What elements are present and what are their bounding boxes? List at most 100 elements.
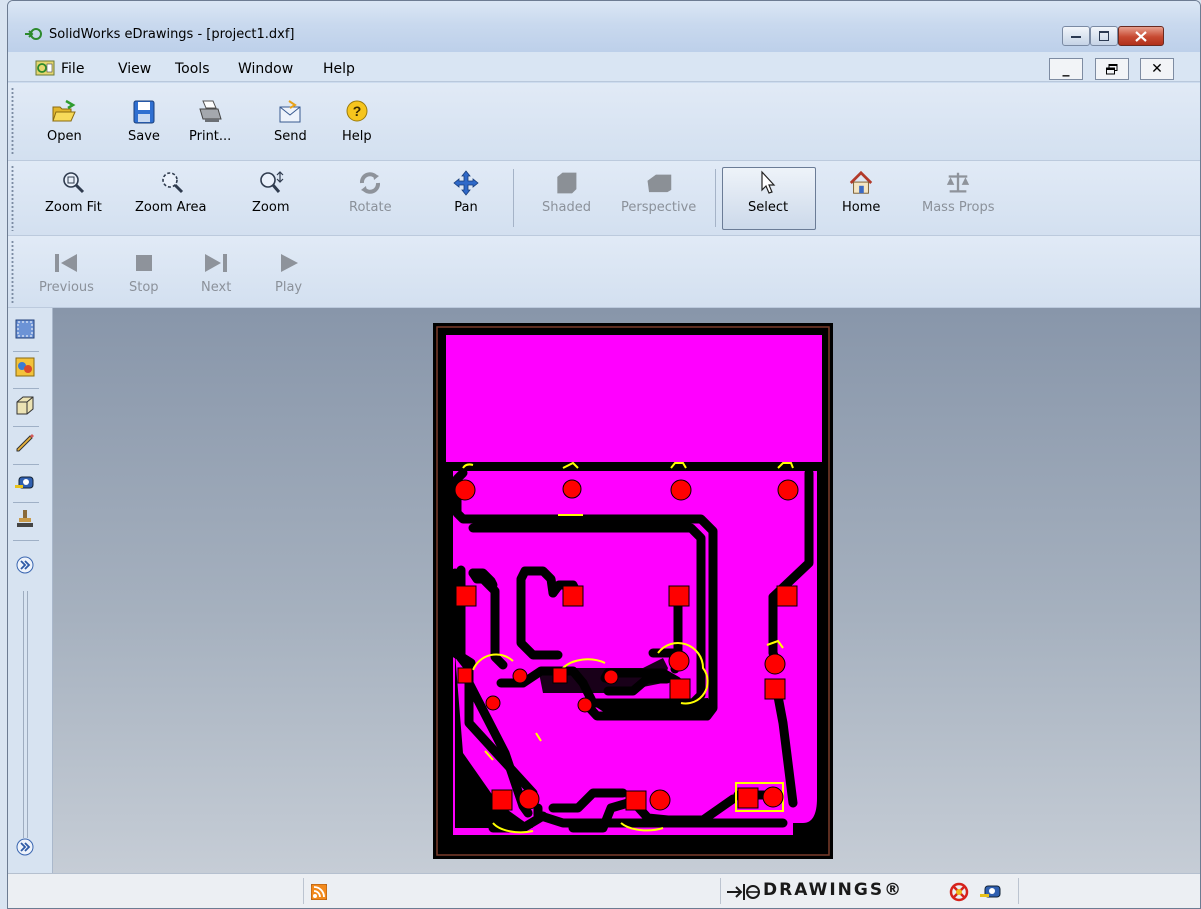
play-icon — [280, 254, 298, 272]
minimize-button[interactable] — [1062, 26, 1090, 46]
toolbar-grip[interactable] — [11, 165, 14, 231]
send-envelope-icon — [279, 100, 301, 123]
measure-tab-button[interactable] — [14, 470, 36, 492]
rotate-button[interactable]: Rotate — [349, 170, 392, 215]
zoom-fit-button[interactable]: Zoom Fit — [45, 170, 102, 215]
measure-status-icon[interactable] — [980, 883, 1002, 901]
rotate-icon — [360, 172, 381, 194]
maximize-icon — [1099, 31, 1109, 41]
zoom-area-icon — [161, 172, 183, 194]
perspective-label: Perspective — [621, 200, 697, 215]
help-question-icon: ? — [346, 100, 368, 122]
pcb-drawing[interactable] — [433, 323, 833, 859]
mass-props-button[interactable]: Mass Props — [922, 170, 995, 215]
zoom-fit-label: Zoom Fit — [45, 200, 102, 215]
edrawings-brand: DRAWINGS® — [763, 880, 904, 900]
save-button[interactable]: Save — [128, 99, 160, 144]
drawing-viewport[interactable] — [53, 308, 1200, 873]
previous-icon — [55, 254, 78, 272]
play-button[interactable]: Play — [275, 250, 302, 295]
help-button[interactable]: ? Help — [342, 99, 372, 144]
previous-button[interactable]: Previous — [39, 250, 94, 295]
double-chevron-icon — [16, 838, 34, 856]
open-label: Open — [47, 129, 82, 144]
mass-props-label: Mass Props — [922, 200, 995, 215]
mass-props-scale-icon — [947, 172, 970, 193]
svg-text:?: ? — [353, 103, 362, 119]
pencil-icon — [16, 434, 34, 452]
rotate-label: Rotate — [349, 200, 392, 215]
zoom-fit-icon — [63, 172, 85, 194]
menu-file[interactable]: File — [61, 61, 84, 77]
pan-button[interactable]: Pan — [453, 170, 479, 215]
zoom-area-button[interactable]: Zoom Area — [135, 170, 207, 215]
components-tab-button[interactable] — [14, 356, 36, 378]
double-chevron-icon — [16, 556, 34, 574]
markup-tab-button[interactable] — [14, 432, 36, 454]
file-toolbar: Open Save Print... Send ? Help — [8, 83, 1200, 161]
zoom-area-label: Zoom Area — [135, 200, 207, 215]
send-label: Send — [274, 129, 307, 144]
layers-tab-button[interactable] — [14, 394, 36, 416]
help-label: Help — [342, 129, 372, 144]
home-label: Home — [842, 200, 881, 215]
maximize-button[interactable] — [1090, 26, 1118, 46]
expand-panel-button[interactable] — [14, 554, 36, 576]
app-icon — [25, 28, 42, 40]
stamp-tab-button[interactable] — [14, 508, 36, 530]
components-icon — [15, 357, 35, 377]
menu-view[interactable]: View — [118, 61, 151, 77]
pan-arrows-icon — [453, 170, 479, 196]
stop-icon — [135, 255, 152, 271]
expand-panel-bottom-button[interactable] — [14, 836, 36, 858]
stop-button[interactable]: Stop — [129, 250, 159, 295]
sheet-icon — [15, 319, 35, 339]
zoom-button[interactable]: Zoom — [252, 170, 289, 215]
close-icon — [1135, 30, 1147, 42]
edrawings-logo-icon — [727, 884, 760, 900]
mdi-close-button[interactable]: ✕ — [1140, 58, 1174, 80]
menu-tools[interactable]: Tools — [175, 61, 210, 77]
panel-splitter[interactable] — [23, 591, 28, 838]
save-disk-icon — [133, 100, 155, 124]
shaded-label: Shaded — [542, 200, 591, 215]
mdi-restore-button[interactable] — [1095, 58, 1129, 80]
rss-feed-icon[interactable] — [311, 884, 327, 900]
title-bar[interactable]: SolidWorks eDrawings - [project1.dxf] — [8, 1, 1200, 52]
play-label: Play — [275, 280, 303, 295]
perspective-button[interactable]: Perspective — [621, 170, 696, 215]
toolbar-grip[interactable] — [11, 240, 14, 303]
layers-icon — [16, 396, 34, 415]
menu-window[interactable]: Window — [238, 61, 293, 77]
close-button[interactable] — [1118, 26, 1164, 46]
select-label: Select — [748, 200, 789, 215]
zoom-icon — [259, 171, 284, 193]
minimize-icon — [1071, 36, 1081, 38]
save-label: Save — [128, 129, 160, 144]
previous-label: Previous — [39, 280, 94, 295]
next-button[interactable]: Next — [201, 250, 231, 295]
shaded-button[interactable]: Shaded — [542, 170, 591, 215]
mdi-minimize-button[interactable]: _ — [1049, 58, 1083, 80]
no-markup-icon[interactable] — [949, 882, 969, 902]
toolbar-separator — [715, 169, 716, 227]
measure-tape-icon — [15, 476, 34, 489]
open-folder-icon — [52, 99, 77, 122]
shaded-cube-icon — [557, 172, 577, 194]
side-panel — [8, 308, 53, 873]
sheet-tab-button[interactable] — [14, 318, 36, 340]
toolbar-grip[interactable] — [11, 87, 14, 156]
window-title: SolidWorks eDrawings - [project1.dxf] — [49, 27, 295, 42]
send-button[interactable]: Send — [274, 99, 307, 144]
toolbar-separator — [513, 169, 514, 227]
print-label: Print... — [189, 129, 232, 144]
app-window: SolidWorks eDrawings - [project1.dxf] Fi… — [7, 0, 1201, 909]
menu-help[interactable]: Help — [323, 61, 355, 77]
select-button[interactable]: Select — [748, 170, 788, 215]
print-button[interactable]: Print... — [189, 99, 231, 144]
home-button[interactable]: Home — [842, 170, 880, 215]
next-icon — [205, 254, 228, 272]
open-button[interactable]: Open — [47, 99, 82, 144]
select-cursor-icon — [761, 170, 776, 194]
document-icon — [35, 60, 55, 76]
